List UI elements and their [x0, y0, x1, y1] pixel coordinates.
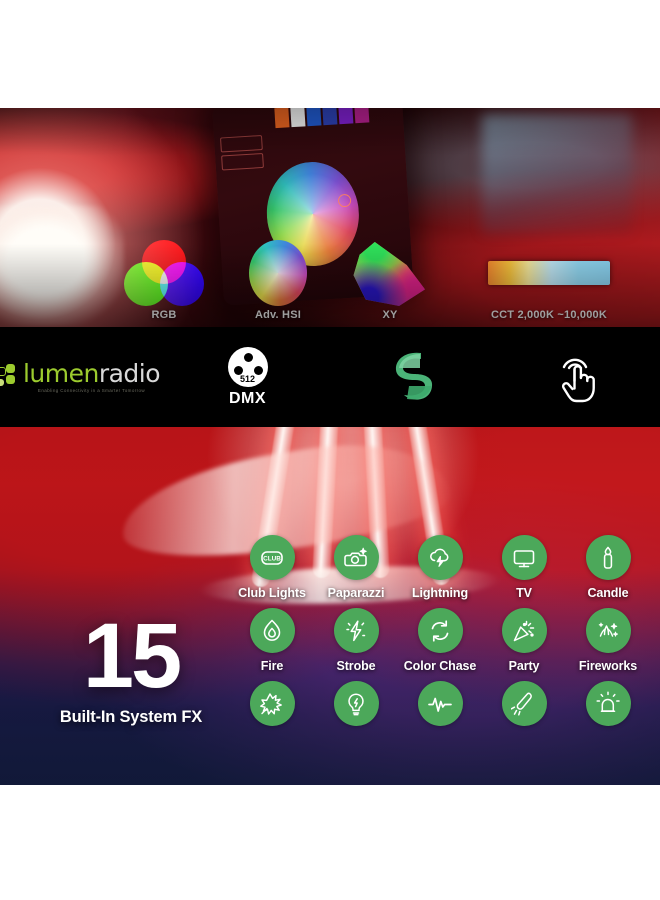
color-mode-cct: CCT 2,000K ~10,000K [444, 240, 654, 321]
color-mode-xy: XY [334, 242, 446, 321]
fx-item-lightning[interactable]: Lightning [398, 535, 482, 600]
lightning-cloud-icon [417, 535, 463, 580]
fx-item-explosion[interactable] [230, 681, 314, 726]
fx-label: Club Lights [238, 586, 306, 600]
fx-label: Candle [587, 586, 629, 600]
fx-item-strobe[interactable]: Strobe [314, 608, 398, 673]
cie-gamut-icon [352, 242, 428, 306]
club-lights-icon: CLUB [249, 535, 295, 580]
explosion-icon [249, 681, 295, 726]
lumenradio-logo [0, 364, 17, 390]
color-wheel-icon [249, 240, 307, 306]
color-mode-rgb-label: RGB [151, 309, 177, 321]
tv-icon [501, 535, 547, 580]
system-fx-photo-panel: 15 Built-In System FX CLUB Club Lights P… [0, 427, 660, 785]
fx-label: Strobe [336, 659, 376, 673]
fx-label: Lightning [411, 586, 469, 600]
logo-sidus-link [330, 351, 495, 403]
fx-count-number: 15 [82, 605, 182, 707]
background-lamp-glow [0, 206, 124, 326]
logo-dmx: 512 DMX [165, 346, 330, 408]
fx-item-club-lights[interactable]: CLUB Club Lights [230, 535, 314, 600]
faulty-bulb-icon [333, 681, 379, 726]
touch-gesture-icon [552, 347, 604, 408]
dmx-512-badge-text: 512 [239, 373, 256, 384]
fx-headline: 15 Built-In System FX [36, 605, 226, 727]
fx-icon-grid: CLUB Club Lights Paparazzi Lightning TV … [230, 535, 650, 726]
light-controller-device [212, 108, 414, 306]
lumenradio-wordmark: lumenradio [22, 359, 161, 388]
fx-item-paparazzi[interactable]: Paparazzi [314, 535, 398, 600]
device-control-row-2 [221, 152, 264, 171]
fx-label: Color Chase [403, 659, 477, 673]
color-mode-xy-label: XY [382, 309, 398, 321]
fx-label: TV [516, 586, 532, 600]
strobe-bolt-icon [333, 608, 379, 653]
color-mode-row: RGB Adv. HSI XY CCT 2,000K ~10,000K [0, 227, 660, 323]
fx-item-faulty-bulb[interactable] [314, 681, 398, 726]
pulse-wave-icon [417, 681, 463, 726]
fx-headline-subtitle: Built-In System FX [59, 708, 203, 727]
device-color-swatches [274, 108, 370, 129]
lumenradio-tagline: Enabling Connectivity in a Smarter Tomor… [37, 388, 146, 393]
lumenradio-word-a: lumen [22, 359, 99, 388]
party-popper-icon [501, 608, 547, 653]
fx-item-party[interactable]: Party [482, 608, 566, 673]
logo-touch-control [495, 347, 660, 408]
fx-label: Paparazzi [327, 586, 385, 600]
color-wheel-selector-dot [337, 193, 352, 208]
logo-strip: lumenradio Enabling Connectivity in a Sm… [0, 327, 660, 427]
fx-item-pulse[interactable] [398, 681, 482, 726]
fx-label: Party [508, 659, 540, 673]
background-monitor-blur [482, 114, 632, 234]
dmx-connector-icon: 512 [227, 346, 268, 387]
color-mode-hsi-label: Adv. HSI [254, 309, 301, 321]
fx-item-siren[interactable] [566, 681, 650, 726]
svg-text:CLUB: CLUB [263, 555, 281, 562]
device-control-row-1 [220, 134, 263, 153]
fx-item-color-chase[interactable]: Color Chase [398, 608, 482, 673]
fx-item-tv[interactable]: TV [482, 535, 566, 600]
welding-torch-icon [501, 681, 547, 726]
fireworks-icon [585, 608, 631, 653]
color-chase-loop-icon [417, 608, 463, 653]
color-mode-rgb: RGB [108, 240, 220, 321]
siren-alarm-icon [585, 681, 631, 726]
fx-item-fire[interactable]: Fire [230, 608, 314, 673]
product-feature-graphic: RGB Adv. HSI XY CCT 2,000K ~10,000K lume… [0, 0, 660, 900]
dmx-label: DMX [228, 389, 267, 407]
fx-label: Fire [260, 659, 284, 673]
fx-item-candle[interactable]: Candle [566, 535, 650, 600]
sidus-link-s-logo [391, 351, 435, 403]
color-control-photo-panel: RGB Adv. HSI XY CCT 2,000K ~10,000K [0, 108, 660, 327]
fire-flame-icon [249, 608, 295, 653]
fx-label: Fireworks [578, 659, 638, 673]
paparazzi-camera-icon [333, 535, 379, 580]
color-mode-cct-label: CCT 2,000K ~10,000K [490, 309, 607, 321]
lumenradio-word-b: radio [98, 359, 161, 388]
fx-item-fireworks[interactable]: Fireworks [566, 608, 650, 673]
rgb-venn-icon [124, 240, 204, 306]
color-mode-hsi: Adv. HSI [222, 240, 334, 321]
logo-lumenradio: lumenradio Enabling Connectivity in a Sm… [0, 361, 165, 393]
cct-gradient-bar-icon [488, 261, 610, 285]
fx-item-welding-torch[interactable] [482, 681, 566, 726]
device-color-wheel [263, 159, 362, 269]
candle-icon [585, 535, 631, 580]
composite-image: RGB Adv. HSI XY CCT 2,000K ~10,000K lume… [0, 108, 660, 785]
